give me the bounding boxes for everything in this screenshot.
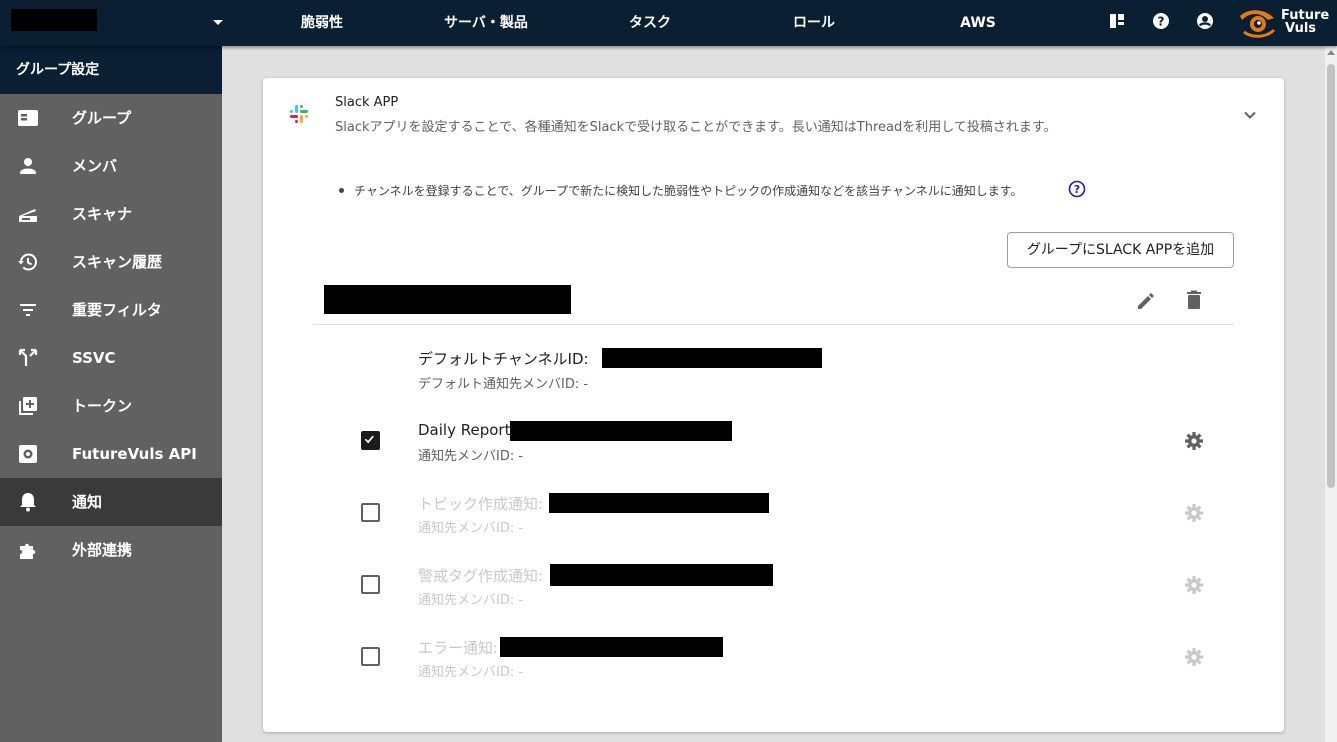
nav-vulnerabilities[interactable]: 脆弱性 — [301, 0, 343, 46]
help-icon[interactable]: ? — [1152, 12, 1170, 30]
error-settings-gear-icon[interactable] — [1183, 646, 1205, 668]
sidebar-header: グループ設定 — [0, 46, 222, 94]
person-icon — [20, 158, 36, 174]
scroll-thumb[interactable] — [1327, 64, 1335, 488]
default-channel-label: デフォルトチャンネルID: — [418, 350, 589, 368]
svg-text:?: ? — [1074, 183, 1080, 196]
nav-aws[interactable]: AWS — [960, 0, 996, 46]
nav-servers-products[interactable]: サーバ・製品 — [444, 0, 528, 46]
sidebar-item-label: 重要フィルタ — [72, 301, 162, 319]
logo-wordmark: Future Vuls — [1281, 9, 1329, 35]
topic-creation-label: トピック作成通知: — [418, 495, 544, 513]
sidebar-item-ssvc[interactable]: SSVC — [0, 334, 222, 382]
card-title: Slack APP — [335, 95, 399, 110]
sidebar-item-scanner[interactable]: スキャナ — [0, 190, 222, 238]
sidebar: グループ設定 グループ メンバ スキャナ スキャン履歴 重要フィルタ SSVC … — [0, 46, 222, 742]
sidebar-item-group[interactable]: グループ — [0, 94, 222, 142]
add-box-icon — [19, 397, 37, 415]
alert-tag-checkbox[interactable] — [361, 575, 380, 594]
alert-tag-settings-gear-icon[interactable] — [1183, 574, 1205, 596]
slack-logo-icon — [290, 105, 308, 123]
topic-creation-checkbox[interactable] — [361, 503, 380, 522]
scanner-icon — [19, 209, 37, 222]
topic-creation-member-label: 通知先メンバID: - — [418, 521, 524, 536]
bullet-dot — [339, 188, 344, 193]
sidebar-item-token[interactable]: トークン — [0, 382, 222, 430]
alert-tag-member-label: 通知先メンバID: - — [418, 593, 524, 608]
topic-creation-settings-gear-icon[interactable] — [1183, 502, 1205, 524]
bell-icon — [20, 493, 36, 512]
sidebar-item-label: 外部連携 — [72, 541, 133, 559]
error-channel-redacted — [500, 637, 723, 657]
filter-icon — [20, 304, 36, 316]
daily-report-checkbox[interactable] — [361, 431, 380, 450]
puzzle-icon — [20, 543, 36, 559]
sidebar-item-label: メンバ — [72, 157, 118, 175]
sidebar-item-label: トークン — [72, 397, 133, 415]
error-member-label: 通知先メンバID: - — [418, 665, 524, 680]
group-selector-redacted[interactable] — [11, 9, 97, 31]
api-gear-icon — [19, 445, 37, 463]
alert-tag-channel-redacted — [550, 564, 773, 586]
sidebar-item-important-filter[interactable]: 重要フィルタ — [0, 286, 222, 334]
sidebar-item-label: グループ — [72, 109, 132, 127]
nav-roles[interactable]: ロール — [793, 0, 835, 46]
delete-icon[interactable] — [1183, 289, 1205, 311]
group-card-icon — [18, 110, 38, 126]
daily-report-settings-gear-icon[interactable] — [1183, 430, 1205, 452]
sidebar-item-futurevuls-api[interactable]: FutureVuls API — [0, 430, 222, 478]
sidebar-item-label: スキャナ — [72, 205, 133, 223]
error-checkbox[interactable] — [361, 647, 380, 666]
sidebar-item-notification[interactable]: 通知 — [0, 478, 222, 526]
sidebar-item-members[interactable]: メンバ — [0, 142, 222, 190]
sidebar-item-label: スキャン履歴 — [72, 253, 163, 271]
sidebar-item-label: SSVC — [72, 349, 116, 367]
account-icon[interactable] — [1196, 12, 1214, 30]
sidebar-item-label: 通知 — [72, 493, 103, 511]
page-scrollbar[interactable] — [1325, 46, 1337, 742]
help-circle-icon[interactable]: ? — [1068, 180, 1086, 198]
group-selector-caret-icon[interactable] — [213, 20, 223, 25]
card-subtitle: Slackアプリを設定することで、各種通知をSlackで受け取ることができます。… — [335, 120, 1057, 135]
top-app-bar: 脆弱性 サーバ・製品 タスク ロール AWS ? Future Vuls — [0, 0, 1337, 46]
nav-tasks[interactable]: タスク — [629, 0, 671, 46]
sidebar-item-integrations[interactable]: 外部連携 — [0, 526, 222, 574]
sidebar-item-label: FutureVuls API — [72, 445, 197, 463]
alert-tag-label: 警戒タグ作成通知: — [418, 567, 544, 585]
daily-report-label: Daily Report: — [418, 421, 516, 439]
dashboard-icon[interactable] — [1108, 12, 1126, 30]
sidebar-item-scan-history[interactable]: スキャン履歴 — [0, 238, 222, 286]
chevron-down-icon[interactable] — [1241, 106, 1259, 124]
daily-report-member-label: 通知先メンバID: - — [418, 449, 524, 464]
slack-app-card: Slack APP Slackアプリを設定することで、各種通知をSlackで受け… — [263, 78, 1284, 732]
add-slack-app-button[interactable]: グループにSLACK APPを追加 — [1007, 232, 1234, 268]
split-icon — [18, 348, 38, 366]
logo-text-vuls: Vuls — [1285, 21, 1317, 36]
error-label: エラー通知: — [418, 639, 499, 657]
edit-icon[interactable] — [1135, 290, 1157, 312]
divider — [313, 324, 1234, 325]
workspace-name-redacted — [324, 285, 571, 314]
default-member-label: デフォルト通知先メンバID: - — [418, 377, 589, 392]
svg-text:?: ? — [1158, 15, 1165, 29]
scroll-up-arrow-icon[interactable] — [1327, 50, 1335, 55]
check-icon — [364, 435, 374, 444]
info-text: チャンネルを登録することで、グループで新たに検知した脆弱性やトピックの作成通知な… — [354, 184, 1023, 198]
topic-creation-channel-redacted — [549, 493, 769, 513]
info-bullet: チャンネルを登録することで、グループで新たに検知した脆弱性やトピックの作成通知な… — [339, 182, 1023, 199]
default-channel-id-redacted — [602, 348, 822, 368]
daily-report-channel-redacted — [510, 421, 732, 441]
history-icon — [18, 253, 37, 271]
